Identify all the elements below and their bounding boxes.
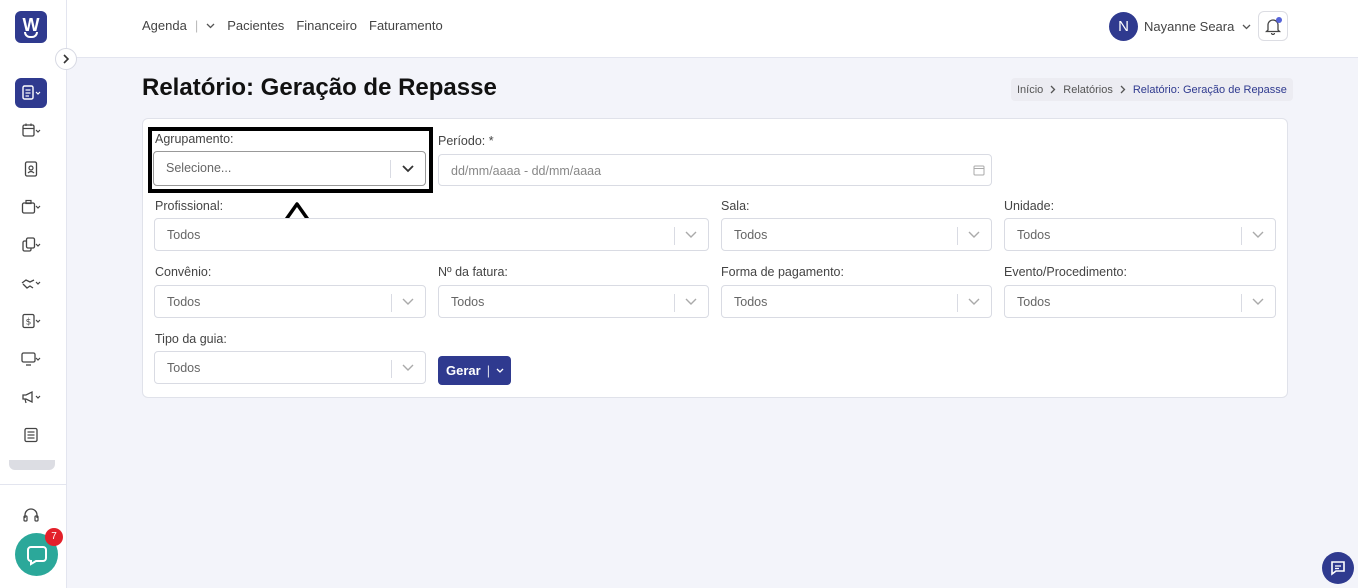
sala-select[interactable]: Todos bbox=[721, 218, 992, 251]
unidade-select[interactable]: Todos bbox=[1004, 218, 1276, 251]
chevron-down-icon bbox=[685, 231, 697, 238]
convenio-label: Convênio: bbox=[155, 265, 212, 279]
chevron-down-icon bbox=[206, 23, 215, 28]
fatura-label: Nº da fatura: bbox=[438, 265, 508, 279]
briefcase-icon bbox=[21, 199, 41, 214]
profissional-select[interactable]: Todos bbox=[154, 218, 709, 251]
tipo-guia-select[interactable]: Todos bbox=[154, 351, 426, 384]
breadcrumb-relatorios[interactable]: Relatórios bbox=[1063, 84, 1113, 96]
profissional-label: Profissional: bbox=[155, 199, 224, 213]
sidebar-item-news[interactable] bbox=[15, 420, 47, 450]
pagamento-select[interactable]: Todos bbox=[721, 285, 992, 318]
calendar-icon bbox=[973, 165, 985, 176]
fatura-select[interactable]: Todos bbox=[438, 285, 709, 318]
megaphone-icon bbox=[22, 390, 41, 404]
chat-bubble-icon bbox=[1331, 561, 1345, 576]
profissional-value: Todos bbox=[167, 228, 201, 242]
nav-financeiro[interactable]: Financeiro bbox=[296, 18, 357, 33]
sidebar-item-support[interactable] bbox=[15, 501, 47, 531]
chevron-down-icon bbox=[1252, 231, 1264, 238]
files-icon bbox=[22, 237, 41, 252]
unidade-value: Todos bbox=[1017, 228, 1051, 242]
nav-agenda-dropdown[interactable] bbox=[206, 23, 215, 29]
nav-separator: | bbox=[194, 18, 199, 33]
chevron-down-icon bbox=[1252, 298, 1264, 305]
sala-value: Todos bbox=[734, 228, 768, 242]
chevron-down-icon[interactable] bbox=[496, 368, 504, 374]
sidebar-item-finance[interactable]: $ bbox=[15, 306, 47, 336]
sidebar-item-marketing[interactable] bbox=[15, 382, 47, 412]
highlight-box bbox=[148, 127, 433, 193]
sidebar-item-partners[interactable] bbox=[15, 268, 47, 298]
chevron-right-icon bbox=[63, 54, 70, 64]
evento-value: Todos bbox=[1017, 295, 1051, 309]
id-badge-icon bbox=[24, 161, 38, 177]
periodo-label: Período: * bbox=[438, 134, 494, 148]
periodo-date-input[interactable]: dd/mm/aaaa - dd/mm/aaaa bbox=[438, 154, 992, 186]
chevron-down-icon bbox=[685, 298, 697, 305]
fatura-value: Todos bbox=[451, 295, 485, 309]
notifications-button[interactable] bbox=[1258, 11, 1288, 41]
pagamento-value: Todos bbox=[734, 295, 768, 309]
sidebar-item-business[interactable] bbox=[15, 192, 47, 222]
user-menu[interactable]: N Nayanne Seara bbox=[1109, 12, 1251, 41]
unidade-label: Unidade: bbox=[1004, 199, 1055, 213]
breadcrumb: Início Relatórios Relatório: Geração de … bbox=[1011, 78, 1293, 101]
sidebar-item-monitor[interactable] bbox=[15, 344, 47, 374]
calendar-icon bbox=[22, 123, 41, 137]
evento-select[interactable]: Todos bbox=[1004, 285, 1276, 318]
monitor-icon bbox=[21, 352, 41, 366]
sidebar: W $ bbox=[0, 0, 67, 588]
main-nav: Agenda | Pacientes Financeiro Faturament… bbox=[142, 18, 455, 33]
gerar-button[interactable]: Gerar | bbox=[438, 356, 511, 385]
chat-bubble-icon bbox=[26, 545, 47, 566]
sidebar-item-patients[interactable] bbox=[15, 154, 47, 184]
sidebar-divider bbox=[0, 484, 67, 485]
chevron-down-icon bbox=[1242, 24, 1251, 29]
convenio-value: Todos bbox=[167, 295, 201, 309]
top-bar: Agenda | Pacientes Financeiro Faturament… bbox=[67, 0, 1358, 58]
pagamento-label: Forma de pagamento: bbox=[721, 265, 844, 279]
gerar-label: Gerar bbox=[446, 363, 481, 378]
svg-text:$: $ bbox=[26, 318, 32, 328]
chat-badge: 7 bbox=[45, 528, 63, 546]
chevron-right-icon bbox=[1120, 85, 1126, 94]
breadcrumb-current: Relatório: Geração de Repasse bbox=[1132, 83, 1287, 96]
nav-pacientes[interactable]: Pacientes bbox=[227, 18, 284, 33]
chevron-down-icon bbox=[968, 231, 980, 238]
chevron-right-icon bbox=[1050, 85, 1056, 94]
support-chat-button[interactable] bbox=[1322, 552, 1354, 584]
chevron-down-icon bbox=[968, 298, 980, 305]
dollar-icon: $ bbox=[22, 313, 41, 329]
chevron-down-icon bbox=[402, 298, 414, 305]
handshake-icon bbox=[21, 279, 41, 289]
nav-agenda[interactable]: Agenda bbox=[142, 18, 187, 33]
sidebar-item-reports[interactable] bbox=[15, 78, 47, 108]
notification-dot bbox=[1276, 17, 1282, 23]
sidebar-item-files[interactable] bbox=[15, 230, 47, 260]
evento-label: Evento/Procedimento: bbox=[1004, 265, 1127, 279]
sidebar-expand-button[interactable] bbox=[55, 48, 77, 70]
nav-faturamento[interactable]: Faturamento bbox=[369, 18, 443, 33]
chevron-down-icon bbox=[402, 364, 414, 371]
tipo-guia-value: Todos bbox=[167, 361, 201, 375]
avatar: N bbox=[1109, 12, 1138, 41]
sala-label: Sala: bbox=[721, 199, 750, 213]
periodo-placeholder: dd/mm/aaaa - dd/mm/aaaa bbox=[451, 164, 602, 178]
headset-icon bbox=[23, 508, 39, 522]
breadcrumb-inicio[interactable]: Início bbox=[1017, 84, 1043, 96]
page-title: Relatório: Geração de Repasse bbox=[142, 74, 497, 101]
sidebar-item-calendar[interactable] bbox=[15, 116, 47, 146]
app-logo[interactable]: W bbox=[15, 11, 47, 43]
user-name: Nayanne Seara bbox=[1144, 19, 1235, 34]
convenio-select[interactable]: Todos bbox=[154, 285, 426, 318]
newspaper-icon bbox=[24, 427, 38, 443]
document-list-icon bbox=[22, 85, 41, 100]
tipo-guia-label: Tipo da guia: bbox=[155, 332, 227, 346]
sidebar-scroll-indicator[interactable] bbox=[9, 460, 55, 470]
gerar-separator: | bbox=[486, 363, 491, 378]
